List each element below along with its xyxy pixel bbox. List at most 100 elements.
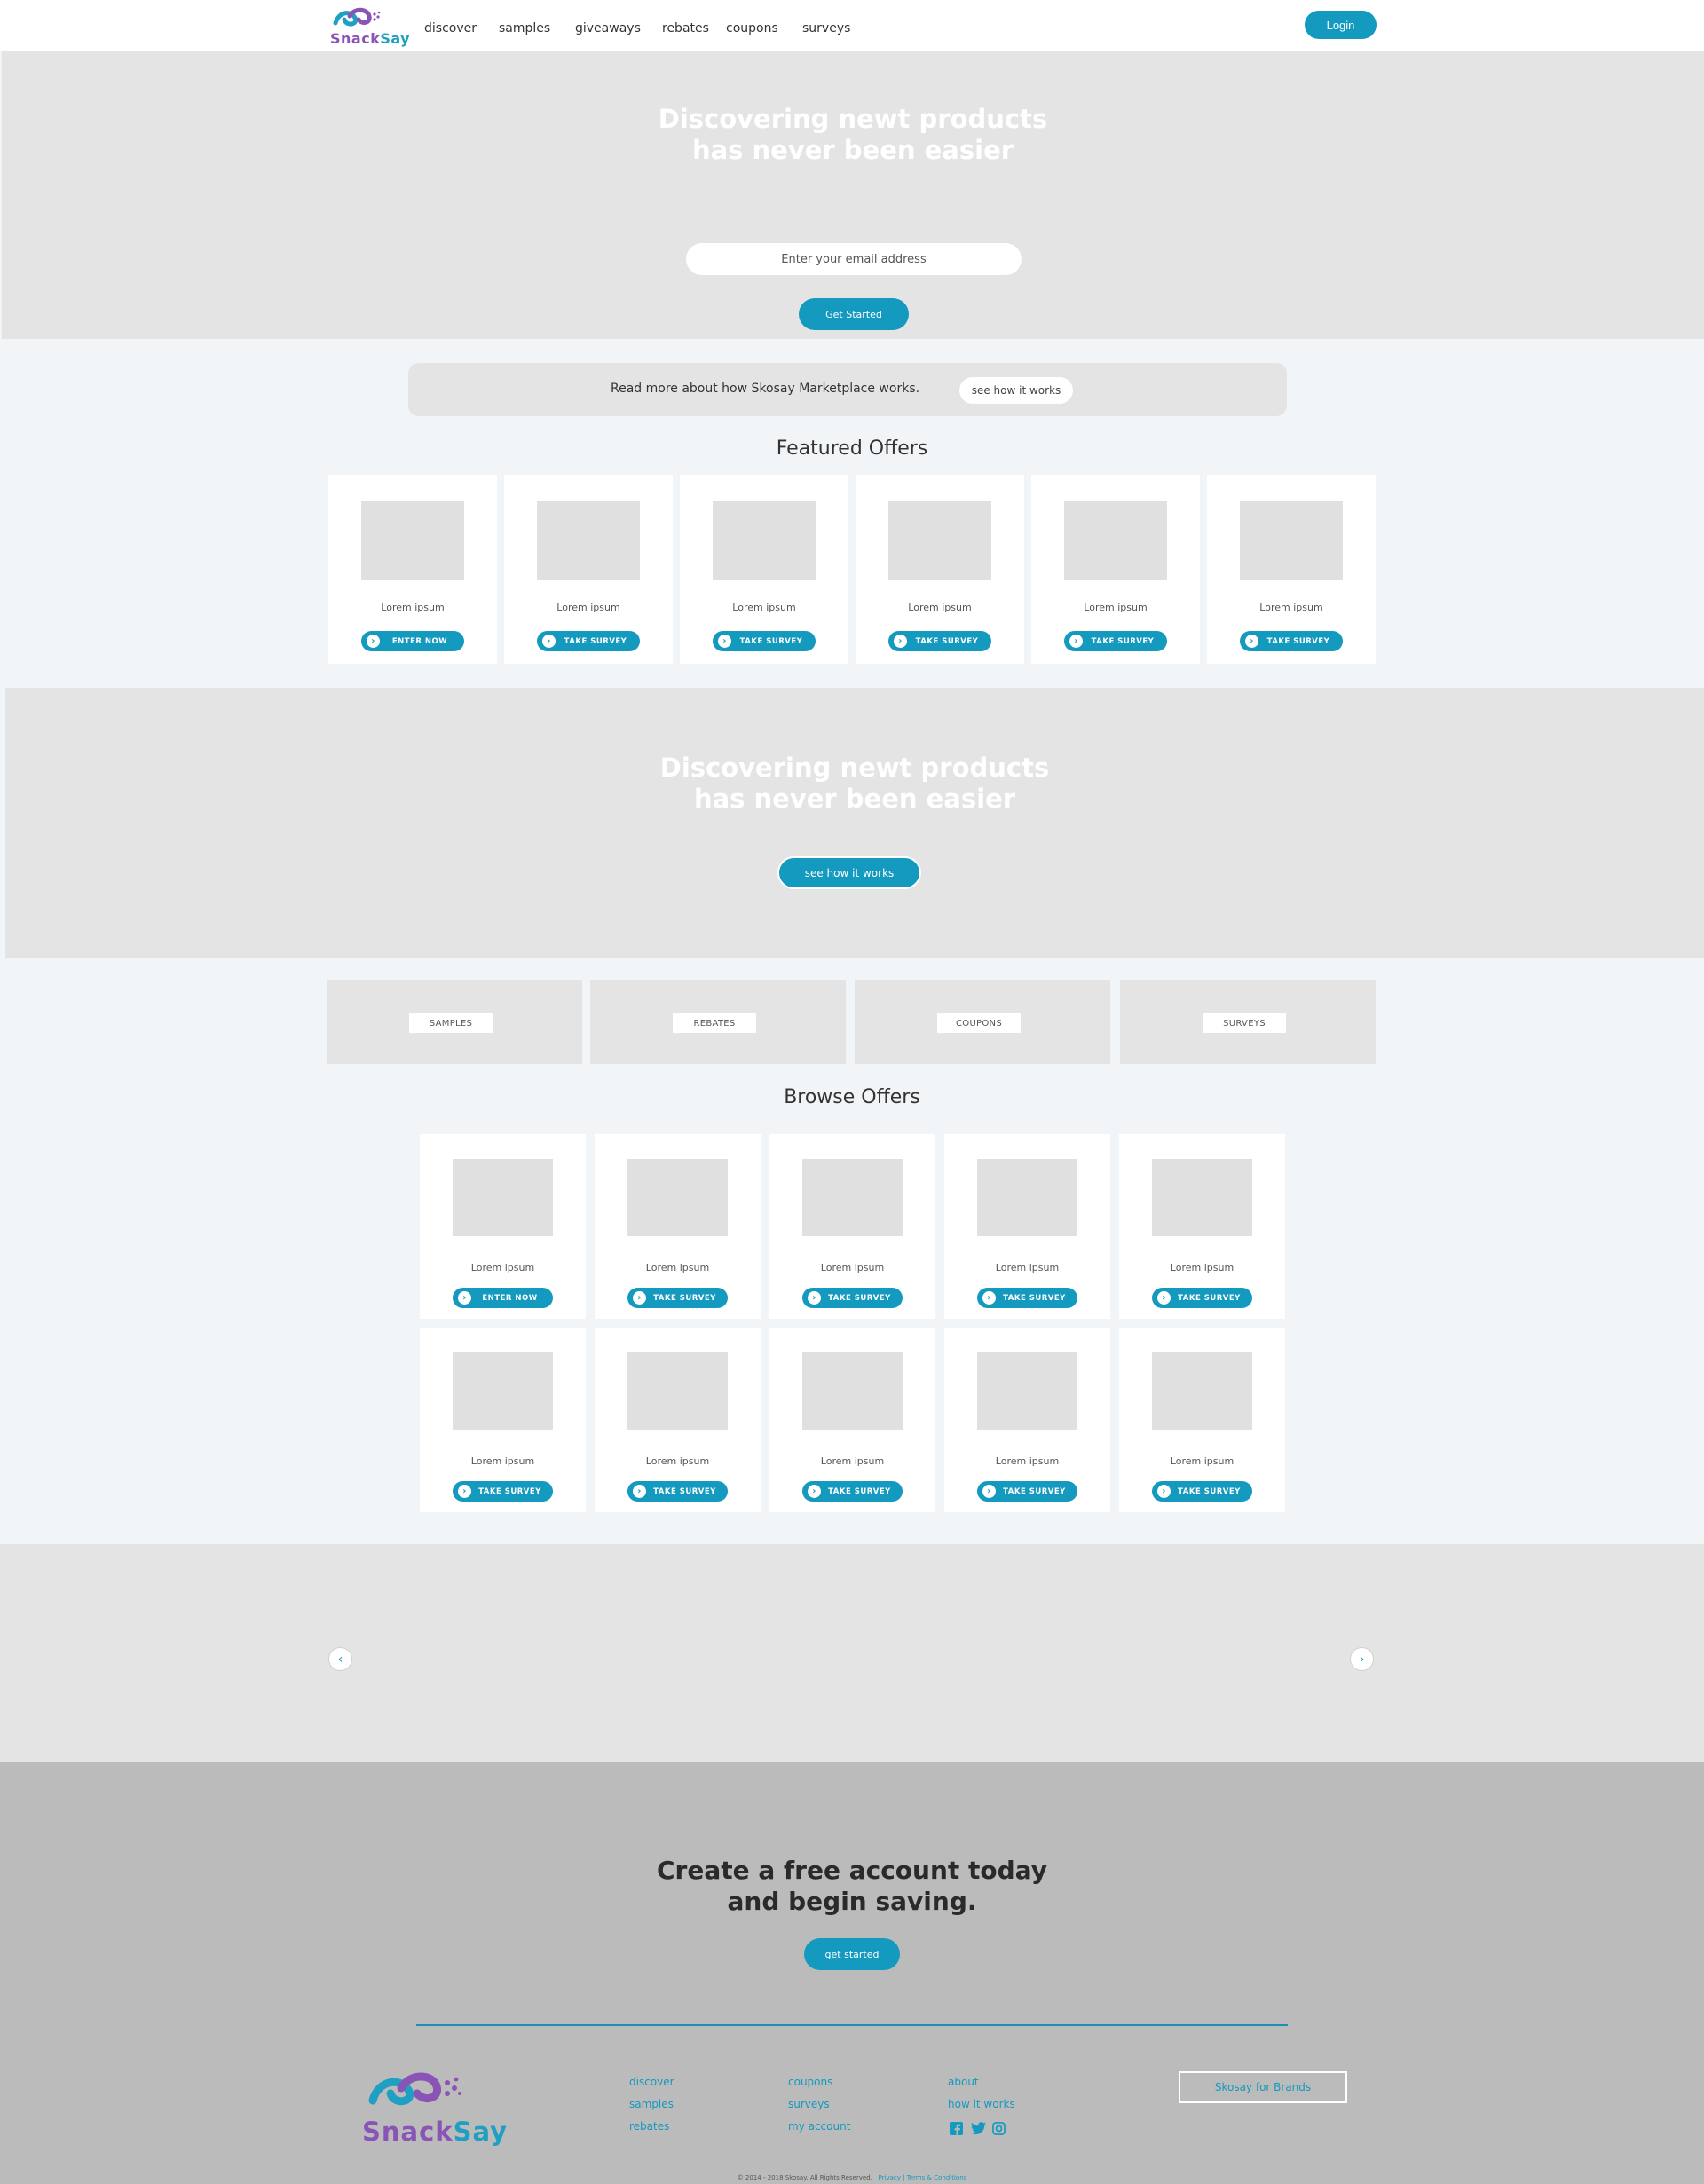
footer-logo[interactable]: SnackSay (362, 2069, 507, 2150)
offer-action-button[interactable]: › TAKE SURVEY (453, 1481, 553, 1502)
get-started-button[interactable]: Get Started (799, 298, 909, 330)
offer-card[interactable]: Lorem ipsum › TAKE SURVEY (504, 475, 673, 664)
offer-action-button[interactable]: › TAKE SURVEY (802, 1481, 903, 1502)
snacksay-logo[interactable]: SnackSay (328, 5, 410, 48)
offer-card[interactable]: Lorem ipsum › TAKE SURVEY (769, 1328, 935, 1512)
footer-link-coupons[interactable]: coupons (788, 2076, 832, 2088)
offer-image-placeholder (713, 501, 816, 580)
offer-action-label: ENTER NOW (391, 636, 448, 646)
offer-action-button[interactable]: › TAKE SURVEY (1152, 1288, 1252, 1308)
offer-card[interactable]: Lorem ipsum › TAKE SURVEY (1119, 1328, 1285, 1512)
offer-action-button[interactable]: › TAKE SURVEY (888, 631, 991, 651)
offer-card[interactable]: Lorem ipsum › TAKE SURVEY (769, 1134, 935, 1319)
privacy-link[interactable]: Privacy (879, 2174, 901, 2181)
offer-card[interactable]: Lorem ipsum › ENTER NOW (420, 1134, 586, 1319)
chevron-left-icon[interactable]: ‹ (328, 1647, 352, 1671)
footer-link-samples[interactable]: samples (629, 2098, 674, 2110)
footer-link-discover[interactable]: discover (629, 2076, 674, 2088)
offer-card[interactable]: Lorem ipsum › TAKE SURVEY (680, 475, 848, 664)
cta-title-line2: and begin saving. (727, 1887, 977, 1916)
carousel: ‹ › (0, 1544, 1704, 1762)
offer-action-button[interactable]: › TAKE SURVEY (977, 1288, 1077, 1308)
footer-link-rebates[interactable]: rebates (629, 2120, 669, 2133)
offer-action-button[interactable]: › ENTER NOW (361, 631, 464, 651)
offer-action-button[interactable]: › TAKE SURVEY (627, 1481, 728, 1502)
offer-card[interactable]: Lorem ipsum › TAKE SURVEY (420, 1328, 586, 1512)
footer-link-about[interactable]: about (948, 2076, 979, 2088)
offer-card[interactable]: Lorem ipsum › TAKE SURVEY (595, 1328, 761, 1512)
facebook-icon[interactable] (950, 2122, 963, 2135)
offer-image-placeholder (888, 501, 991, 580)
copyright-text: © 2014 - 2018 Skosay. All Rights Reserve… (737, 2174, 872, 2181)
how-it-works-bar: Read more about how Skosay Marketplace w… (408, 363, 1287, 416)
twitter-icon[interactable] (971, 2122, 986, 2135)
offer-image-placeholder (537, 501, 640, 580)
offer-card[interactable]: Lorem ipsum › TAKE SURVEY (1207, 475, 1376, 664)
footer-link-how-it-works[interactable]: how it works (948, 2098, 1015, 2110)
offer-image-placeholder (361, 501, 464, 580)
chevron-right-icon: › (458, 1291, 471, 1305)
nav-link-surveys[interactable]: surveys (802, 21, 850, 35)
instagram-icon[interactable] (992, 2122, 1006, 2135)
offer-card[interactable]: Lorem ipsum › TAKE SURVEY (1031, 475, 1200, 664)
category-rebates[interactable]: REBATES (590, 980, 846, 1064)
offer-action-button[interactable]: › TAKE SURVEY (802, 1288, 903, 1308)
offer-action-button[interactable]: › TAKE SURVEY (977, 1481, 1077, 1502)
top-nav: SnackSay discover samples giveaways reba… (0, 0, 1704, 51)
nav-link-coupons[interactable]: coupons (726, 21, 778, 35)
offer-image-placeholder (453, 1352, 553, 1430)
offer-card[interactable]: Lorem ipsum › TAKE SURVEY (595, 1134, 761, 1319)
offer-action-button[interactable]: › ENTER NOW (453, 1288, 553, 1308)
category-coupons[interactable]: COUPONS (855, 980, 1110, 1064)
footer-link-surveys[interactable]: surveys (788, 2098, 830, 2110)
nav-link-giveaways[interactable]: giveaways (575, 21, 641, 35)
skosay-for-brands-button[interactable]: Skosay for Brands (1179, 2071, 1347, 2103)
chevron-right-icon: › (1245, 635, 1258, 648)
offer-action-button[interactable]: › TAKE SURVEY (1240, 631, 1343, 651)
category-surveys[interactable]: SURVEYS (1120, 980, 1376, 1064)
nav-link-samples[interactable]: samples (499, 21, 550, 35)
offer-action-button[interactable]: › TAKE SURVEY (1152, 1481, 1252, 1502)
nav-link-discover[interactable]: discover (424, 21, 477, 35)
logo-text: SnackSay (330, 30, 411, 47)
offer-action-button[interactable]: › TAKE SURVEY (713, 631, 816, 651)
terms-link[interactable]: Terms & Conditions (907, 2174, 967, 2181)
logo-mark-icon (368, 2072, 462, 2106)
offer-label: Lorem ipsum (995, 1455, 1060, 1467)
offer-action-button[interactable]: › TAKE SURVEY (1064, 631, 1167, 651)
offer-action-label: TAKE SURVEY (1003, 1486, 1066, 1496)
offer-action-label: TAKE SURVEY (564, 636, 627, 646)
offer-label: Lorem ipsum (1170, 1455, 1235, 1467)
offer-card[interactable]: Lorem ipsum › TAKE SURVEY (944, 1328, 1110, 1512)
chevron-right-icon: › (1069, 635, 1083, 648)
promo-see-how-it-works-button[interactable]: see how it works (777, 856, 921, 889)
category-samples[interactable]: SAMPLES (327, 980, 582, 1064)
login-button[interactable]: Login (1305, 11, 1377, 39)
offer-label: Lorem ipsum (470, 1262, 535, 1273)
offer-label: Lorem ipsum (1084, 602, 1148, 613)
nav-link-rebates[interactable]: rebates (662, 21, 709, 35)
category-label: SURVEYS (1203, 1013, 1286, 1033)
offer-label: Lorem ipsum (1170, 1262, 1235, 1273)
offer-label: Lorem ipsum (908, 602, 972, 613)
offer-card[interactable]: Lorem ipsum › TAKE SURVEY (944, 1134, 1110, 1319)
email-input[interactable] (686, 243, 1022, 275)
offer-label: Lorem ipsum (381, 602, 445, 613)
chevron-right-icon[interactable]: › (1350, 1647, 1374, 1671)
cta-get-started-button[interactable]: get started (804, 1938, 900, 1970)
offer-action-button[interactable]: › TAKE SURVEY (537, 631, 640, 651)
offer-card[interactable]: Lorem ipsum › TAKE SURVEY (1119, 1134, 1285, 1319)
offer-action-label: TAKE SURVEY (1178, 1293, 1241, 1303)
footer-link-my-account[interactable]: my account (788, 2120, 850, 2133)
offer-action-button[interactable]: › TAKE SURVEY (627, 1288, 728, 1308)
offer-image-placeholder (977, 1352, 1077, 1430)
offer-label: Lorem ipsum (645, 1262, 710, 1273)
hero-title-line2: has never been easier (691, 135, 1014, 165)
offer-label: Lorem ipsum (556, 602, 620, 613)
browse-offers-title: Browse Offers (784, 1086, 920, 1108)
see-how-it-works-button[interactable]: see how it works (959, 377, 1073, 404)
offer-card[interactable]: Lorem ipsum › ENTER NOW (328, 475, 497, 664)
offer-action-label: TAKE SURVEY (915, 636, 979, 646)
offer-action-label: TAKE SURVEY (828, 1293, 891, 1303)
offer-card[interactable]: Lorem ipsum › TAKE SURVEY (856, 475, 1024, 664)
